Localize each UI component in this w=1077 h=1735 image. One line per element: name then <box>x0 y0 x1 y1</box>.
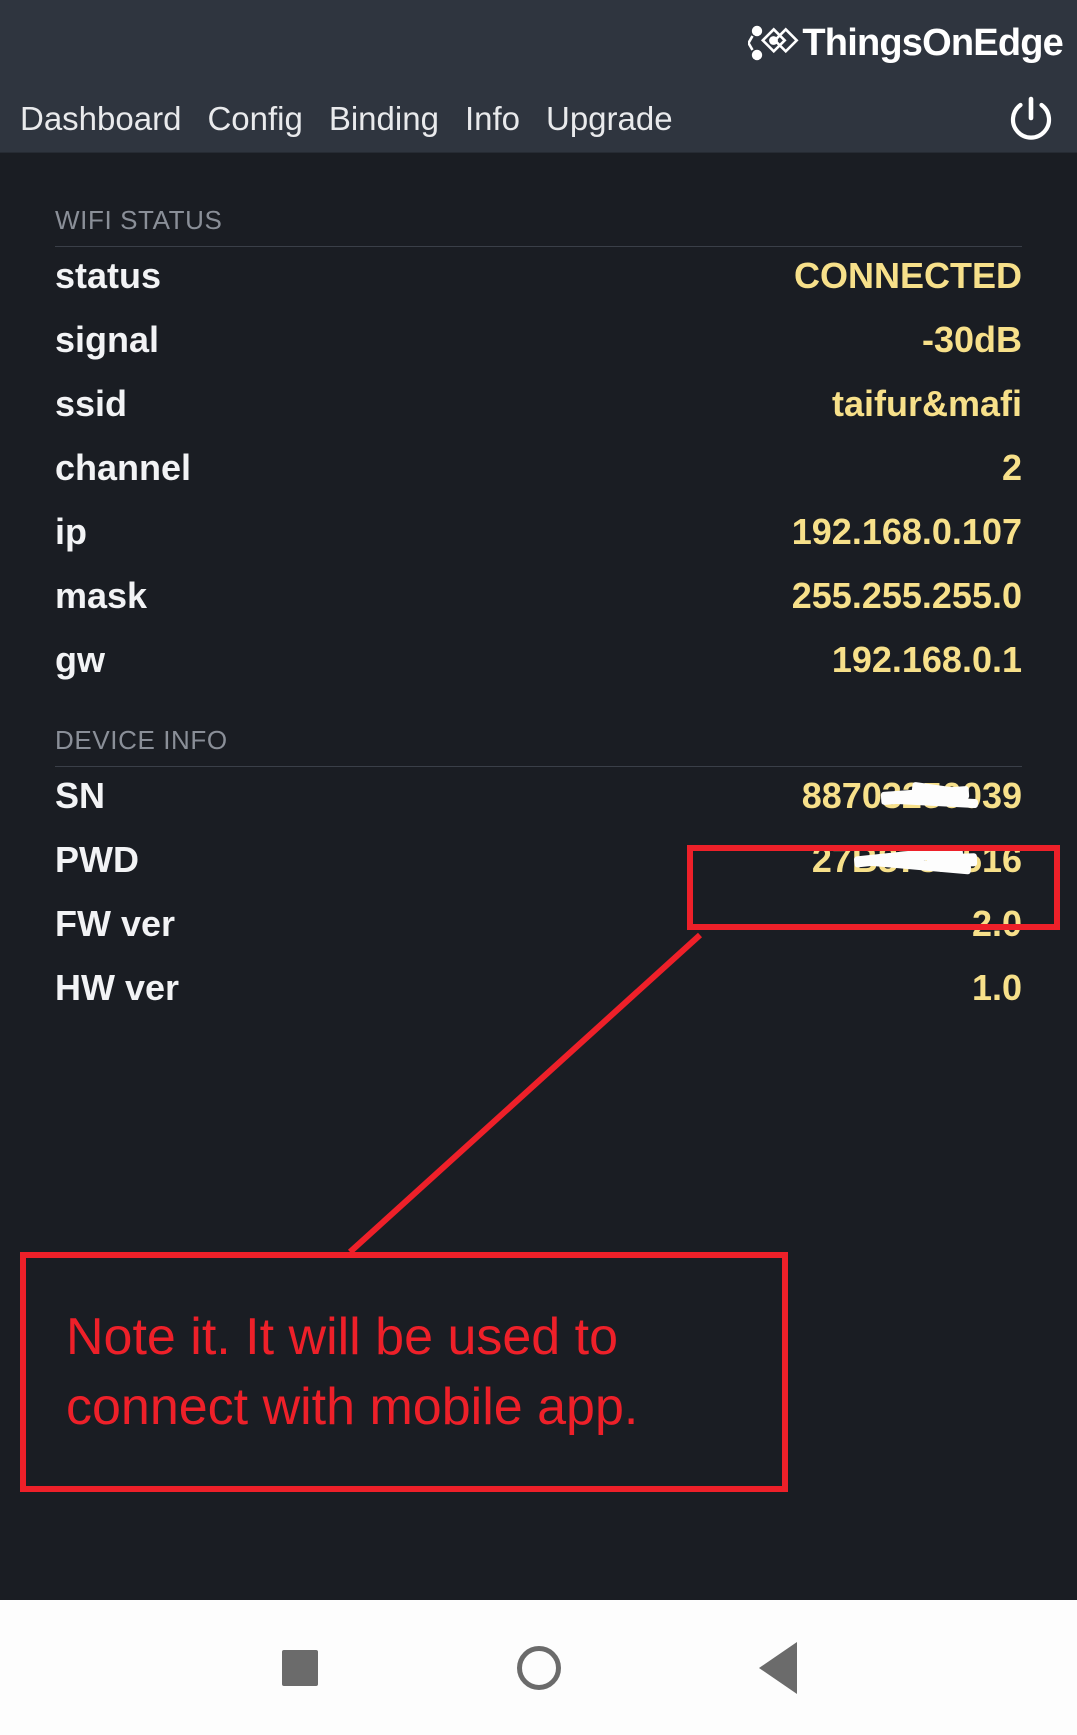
label-ip: ip <box>55 511 87 552</box>
wifi-status-section: WIFI STATUS status CONNECTED signal -30d… <box>55 153 1022 695</box>
value-ip: 192.168.0.107 <box>791 511 1022 552</box>
label-mask: mask <box>55 575 148 616</box>
row-sn: SN 88703250039 <box>55 767 1022 831</box>
android-system-navigation-bar <box>0 1600 1077 1735</box>
value-pwd-redacted: 27B873E516 <box>812 839 1022 881</box>
value-signal: -30dB <box>921 319 1022 360</box>
power-icon[interactable] <box>1003 91 1059 147</box>
value-status: CONNECTED <box>793 255 1022 296</box>
device-info-section: DEVICE INFO SN 88703250039 PWD 27B873E51… <box>55 695 1022 1023</box>
nav-item-info[interactable]: Info <box>465 98 538 140</box>
row-mask: mask 255.255.255.0 <box>55 567 1022 631</box>
square-recents-icon[interactable] <box>265 1633 335 1703</box>
row-status: status CONNECTED <box>55 247 1022 311</box>
label-ssid: ssid <box>55 383 128 424</box>
device-web-ui-screenshot: ThingsOnEdge Dashboard Config Binding In… <box>0 0 1077 1735</box>
row-pwd: PWD 27B873E516 <box>55 831 1022 895</box>
row-channel: channel 2 <box>55 439 1022 503</box>
label-status: status <box>55 255 162 296</box>
value-sn-redacted: 88703250039 <box>802 775 1022 817</box>
brand-logo: ThingsOnEdge <box>748 21 1064 64</box>
circle-home-glyph <box>516 1645 561 1690</box>
nav-item-config[interactable]: Config <box>207 98 320 140</box>
value-sn: 88703250039 <box>801 775 1022 816</box>
row-signal: signal -30dB <box>55 311 1022 375</box>
value-channel: 2 <box>1001 447 1022 488</box>
value-hw-ver: 1.0 <box>971 967 1022 1008</box>
label-sn: SN <box>55 775 106 816</box>
nav-item-dashboard[interactable]: Dashboard <box>20 98 199 140</box>
row-gw: gw 192.168.0.1 <box>55 631 1022 695</box>
value-ssid: taifur&mafi <box>831 383 1022 424</box>
row-ip: ip 192.168.0.107 <box>55 503 1022 567</box>
label-gw: gw <box>55 639 105 680</box>
nav-item-list: Dashboard Config Binding Info Upgrade <box>20 98 691 140</box>
main-navigation: Dashboard Config Binding Info Upgrade <box>0 85 1077 153</box>
triangle-back-icon[interactable] <box>743 1633 813 1703</box>
circle-home-icon[interactable] <box>504 1633 574 1703</box>
dashboard-content: WIFI STATUS status CONNECTED signal -30d… <box>0 153 1077 1623</box>
value-fw-ver: 2.0 <box>971 903 1022 944</box>
value-mask: 255.255.255.0 <box>791 575 1022 616</box>
label-signal: signal <box>55 319 160 360</box>
device-info-heading: DEVICE INFO <box>55 725 1022 767</box>
label-hw-ver: HW ver <box>55 967 180 1008</box>
row-hw-ver: HW ver 1.0 <box>55 959 1022 1023</box>
triangle-back-glyph <box>758 1641 797 1694</box>
value-gw: 192.168.0.1 <box>831 639 1022 680</box>
wifi-status-heading: WIFI STATUS <box>55 205 1022 247</box>
nav-item-upgrade[interactable]: Upgrade <box>546 98 691 140</box>
thingsonedge-nodes-logo-icon <box>748 25 799 60</box>
value-pwd: 27B873E516 <box>811 839 1022 880</box>
nav-item-binding[interactable]: Binding <box>329 98 457 140</box>
brand-name: ThingsOnEdge <box>802 21 1063 64</box>
row-fw-ver: FW ver 2.0 <box>55 895 1022 959</box>
label-fw-ver: FW ver <box>55 903 176 944</box>
row-ssid: ssid taifur&mafi <box>55 375 1022 439</box>
label-pwd: PWD <box>55 839 139 880</box>
label-channel: channel <box>55 447 192 488</box>
brand-header: ThingsOnEdge <box>0 0 1077 85</box>
square-recents-glyph <box>281 1649 318 1686</box>
